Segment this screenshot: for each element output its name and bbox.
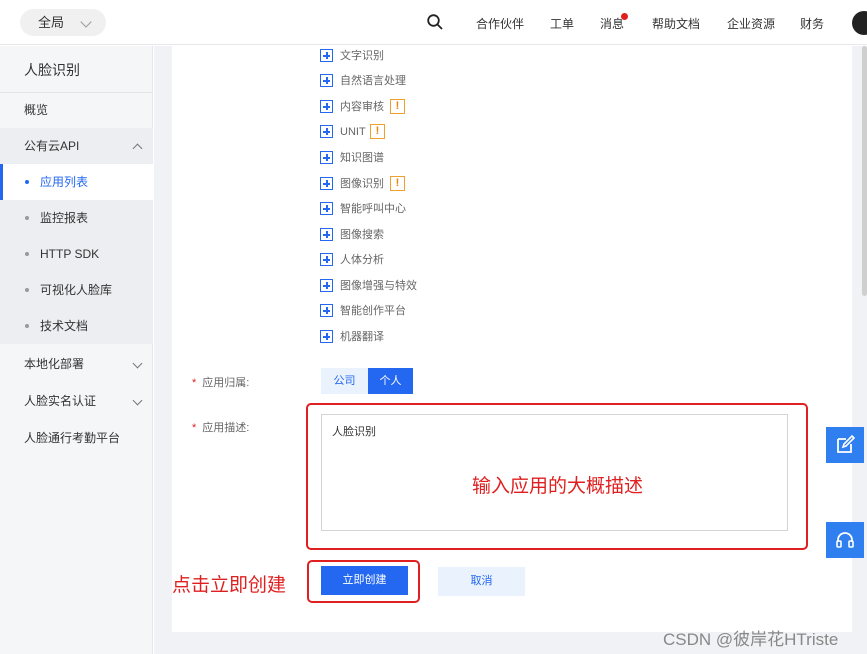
app-root: 全局 合作伙伴 工单 消息 帮助文档 企业资源 财务 人脸识别 概览 公有云AP… (0, 0, 867, 654)
sidebar-item-label: 可视化人脸库 (40, 283, 113, 297)
warning-icon: ! (390, 176, 405, 191)
active-indicator (0, 164, 3, 200)
service-label: 图像搜索 (340, 229, 384, 241)
nav-tickets[interactable]: 工单 (550, 15, 574, 32)
sidebar-item-attendance[interactable]: 人脸通行考勤平台 (0, 420, 153, 456)
expand-icon[interactable] (320, 151, 333, 164)
expand-icon[interactable] (320, 330, 333, 343)
expand-icon[interactable] (320, 202, 333, 215)
sidebar-item-face-library[interactable]: 可视化人脸库 (0, 272, 153, 308)
nav-help-docs[interactable]: 帮助文档 (652, 15, 700, 32)
sidebar: 人脸识别 概览 公有云API 应用列表 监控报表 HTTP SDK 可视化人脸库 (0, 46, 153, 654)
sidebar-item-label: 人脸实名认证 (24, 394, 97, 408)
chevron-up-icon (132, 143, 143, 154)
expand-icon[interactable] (320, 253, 333, 266)
sidebar-item-tech-docs[interactable]: 技术文档 (0, 308, 153, 344)
required-mark: * (192, 422, 197, 434)
scope-selector[interactable]: 全局 (20, 9, 106, 36)
sidebar-item-app-list[interactable]: 应用列表 (0, 164, 153, 200)
annotation-describe-hint: 输入应用的大概描述 (472, 476, 644, 497)
nav-enterprise[interactable]: 企业资源 (727, 15, 775, 32)
bullet-icon (25, 180, 29, 184)
sidebar-item-label: 应用列表 (40, 175, 89, 189)
headset-icon (836, 532, 854, 548)
watermark: CSDN @彼岸花HTriste (663, 630, 839, 649)
annotation-create-hint: 点击立即创建 (172, 575, 287, 596)
search-icon[interactable] (427, 14, 443, 30)
service-label: 人体分析 (340, 254, 384, 266)
unread-badge (621, 13, 628, 20)
expand-icon[interactable] (320, 228, 333, 241)
chevron-down-icon (132, 358, 143, 369)
warning-icon: ! (370, 124, 385, 139)
expand-icon[interactable] (320, 100, 333, 113)
bullet-icon (25, 288, 29, 292)
create-button[interactable]: 立即创建 (321, 566, 408, 595)
expand-icon[interactable] (320, 125, 333, 138)
scrollbar[interactable] (862, 46, 867, 296)
service-label: 机器翻译 (340, 331, 384, 343)
service-label: 图像增强与特效 (340, 280, 417, 292)
avatar[interactable] (852, 11, 867, 35)
chevron-down-icon (132, 395, 143, 406)
expand-icon[interactable] (320, 74, 333, 87)
required-mark: * (192, 377, 197, 389)
chevron-down-icon (80, 16, 92, 28)
sidebar-item-label: 人脸通行考勤平台 (24, 431, 121, 445)
warning-icon: ! (390, 99, 405, 114)
sidebar-item-real-name-auth[interactable]: 人脸实名认证 (0, 383, 153, 419)
service-label: 图像识别 (340, 178, 384, 190)
service-label: 自然语言处理 (340, 75, 406, 87)
sidebar-item-label: 概览 (24, 103, 49, 117)
top-bar: 全局 合作伙伴 工单 消息 帮助文档 企业资源 财务 (0, 0, 867, 45)
service-label: 内容审核 (340, 101, 384, 113)
feedback-button[interactable] (826, 427, 864, 463)
scope-label: 全局 (38, 15, 65, 30)
support-button[interactable] (826, 522, 864, 558)
sidebar-item-label: HTTP SDK (40, 247, 100, 261)
bullet-icon (25, 252, 29, 256)
service-label: UNIT (340, 126, 366, 138)
sidebar-item-label: 公有云API (24, 139, 80, 153)
bullet-icon (25, 324, 29, 328)
expand-icon[interactable] (320, 49, 333, 62)
sidebar-item-label: 技术文档 (40, 319, 89, 333)
ownership-label: * 应用归属: (192, 377, 250, 389)
expand-icon[interactable] (320, 304, 333, 317)
nav-finance[interactable]: 财务 (800, 15, 824, 32)
sidebar-item-local-deploy[interactable]: 本地化部署 (0, 346, 153, 382)
sidebar-item-public-cloud-api[interactable]: 公有云API (0, 128, 153, 164)
edit-icon (837, 435, 855, 453)
nav-partners[interactable]: 合作伙伴 (476, 15, 524, 32)
description-label: * 应用描述: (192, 422, 250, 434)
service-label: 智能创作平台 (340, 305, 406, 317)
sidebar-item-http-sdk[interactable]: HTTP SDK (0, 236, 153, 272)
sidebar-item-label: 监控报表 (40, 211, 89, 225)
sidebar-item-overview[interactable]: 概览 (0, 92, 153, 128)
service-label: 文字识别 (340, 50, 384, 62)
sidebar-title: 人脸识别 (24, 62, 80, 78)
ownership-option-personal[interactable]: 个人 (368, 368, 413, 394)
service-label: 智能呼叫中心 (340, 203, 406, 215)
cancel-button[interactable]: 取消 (438, 567, 525, 596)
sidebar-item-monitoring[interactable]: 监控报表 (0, 200, 153, 236)
sidebar-item-label: 本地化部署 (24, 357, 85, 371)
expand-icon[interactable] (320, 177, 333, 190)
ownership-option-company[interactable]: 公司 (321, 368, 368, 394)
service-label: 知识图谱 (340, 152, 384, 164)
expand-icon[interactable] (320, 279, 333, 292)
bullet-icon (25, 216, 29, 220)
